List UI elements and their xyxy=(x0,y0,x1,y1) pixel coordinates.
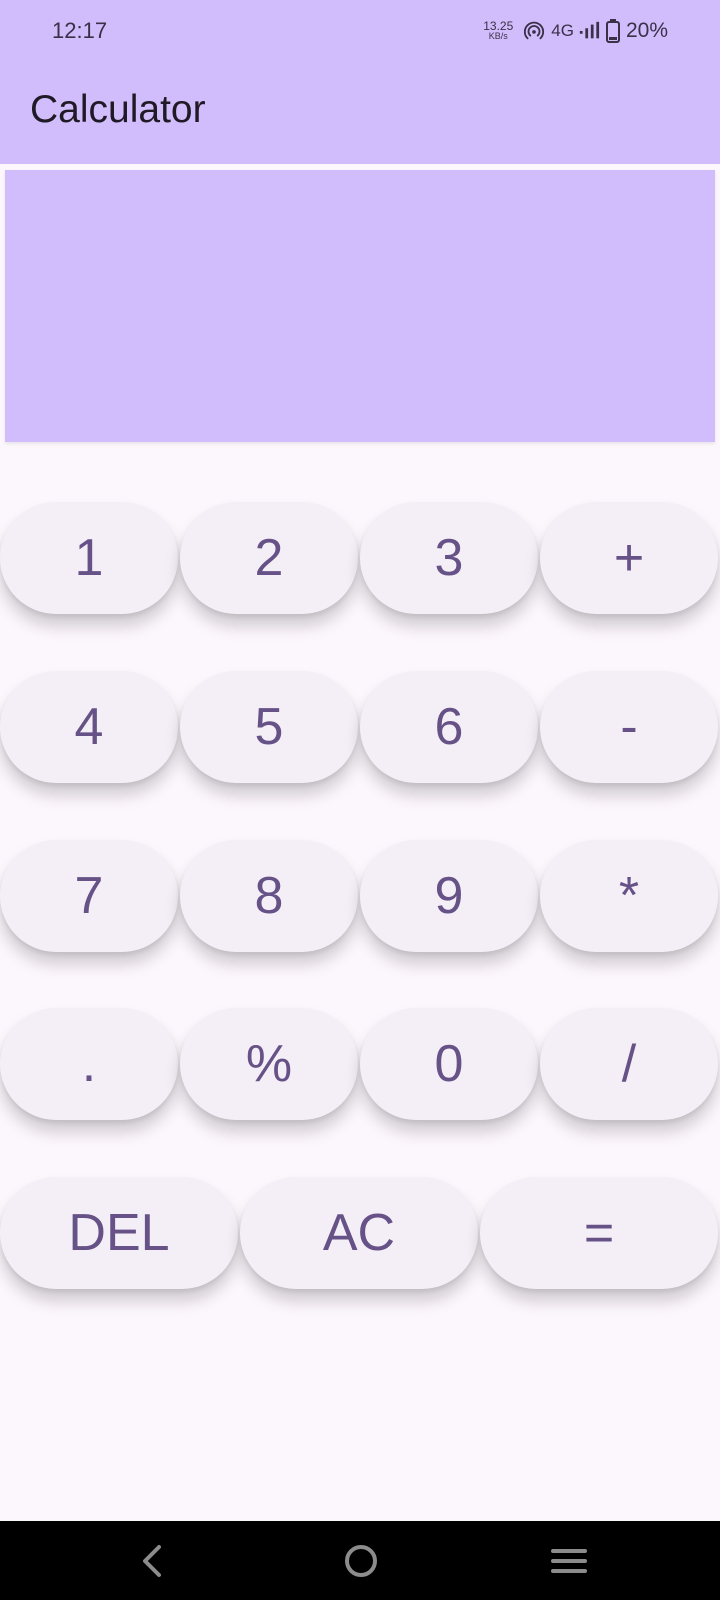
key-6-button[interactable]: 6 xyxy=(360,671,538,783)
key-9-button[interactable]: 9 xyxy=(360,840,538,952)
key-0-button[interactable]: 0 xyxy=(360,1008,538,1120)
recents-button[interactable] xyxy=(545,1537,593,1585)
equals-button[interactable]: = xyxy=(480,1177,718,1289)
network-speed-value: 13.25 xyxy=(483,19,514,33)
key-7-button[interactable]: 7 xyxy=(0,840,178,952)
percent-button[interactable]: % xyxy=(180,1008,358,1120)
key-2-button[interactable]: 2 xyxy=(180,502,358,614)
key-3-button[interactable]: 3 xyxy=(360,502,538,614)
network-speed: 13.25 KB/s xyxy=(483,19,514,41)
navigation-bar xyxy=(0,1521,720,1600)
battery-percentage: 20% xyxy=(625,19,668,42)
key-4-button[interactable]: 4 xyxy=(0,671,178,783)
delete-button[interactable]: DEL xyxy=(0,1177,238,1289)
decimal-button[interactable]: . xyxy=(0,1008,178,1120)
battery-icon xyxy=(605,19,620,43)
status-bar: 12:17 13.25 KB/s 4G 20% xyxy=(0,0,720,62)
signal-icon xyxy=(579,21,600,39)
calculator-display xyxy=(5,170,715,442)
status-time: 12:17 xyxy=(52,18,108,43)
key-8-button[interactable]: 8 xyxy=(180,840,358,952)
home-button[interactable] xyxy=(337,1537,385,1585)
home-icon xyxy=(345,1545,377,1577)
key-1-button[interactable]: 1 xyxy=(0,502,178,614)
multiply-button[interactable]: * xyxy=(540,840,718,952)
hotspot-icon xyxy=(524,21,545,40)
key-5-button[interactable]: 5 xyxy=(180,671,358,783)
back-icon xyxy=(143,1545,161,1577)
recents-icon xyxy=(551,1549,587,1573)
network-type: 4G xyxy=(551,21,574,40)
add-button[interactable]: + xyxy=(540,502,718,614)
divide-button[interactable]: / xyxy=(540,1008,718,1120)
all-clear-button[interactable]: AC xyxy=(240,1177,478,1289)
app-bar: Calculator xyxy=(0,62,720,164)
page-title: Calculator xyxy=(30,88,206,131)
status-icons: 13.25 KB/s 4G 20% xyxy=(483,14,668,48)
back-button[interactable] xyxy=(128,1537,176,1585)
network-speed-unit: KB/s xyxy=(488,31,508,41)
subtract-button[interactable]: - xyxy=(540,671,718,783)
